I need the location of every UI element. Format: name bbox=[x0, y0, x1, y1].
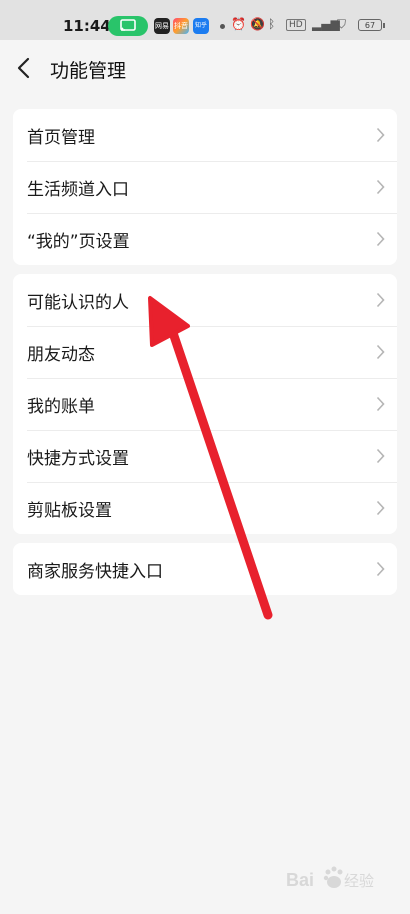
bluetooth-icon: ᛒ bbox=[268, 17, 276, 31]
menu-item-label: 剪贴板设置 bbox=[27, 501, 112, 521]
menu-item-people-you-may-know[interactable]: 可能认识的人 bbox=[13, 274, 397, 326]
chevron-right-icon bbox=[376, 179, 385, 195]
menu-item-clipboard-settings[interactable]: 剪贴板设置 bbox=[13, 482, 397, 534]
settings-group-merchant: 商家服务快捷入口 bbox=[13, 543, 397, 595]
menu-item-my-bills[interactable]: 我的账单 bbox=[13, 378, 397, 430]
menu-item-home-management[interactable]: 首页管理 bbox=[13, 109, 397, 161]
menu-item-label: 生活频道入口 bbox=[27, 180, 129, 200]
menu-item-label: 朋友动态 bbox=[27, 345, 95, 365]
baidu-jingyan-watermark-icon: Bai 经验 bbox=[286, 866, 374, 890]
menu-item-friend-moments[interactable]: 朋友动态 bbox=[13, 326, 397, 378]
signal-icon: ▂▄▆ bbox=[312, 17, 340, 31]
screen-cast-indicator[interactable] bbox=[108, 16, 148, 36]
status-time: 11:44 bbox=[63, 17, 111, 35]
back-arrow-icon[interactable] bbox=[14, 56, 36, 80]
menu-item-my-page-settings[interactable]: “我的”页设置 bbox=[13, 213, 397, 265]
svg-text:经验: 经验 bbox=[344, 872, 374, 890]
menu-item-label: 快捷方式设置 bbox=[27, 449, 129, 469]
chevron-right-icon bbox=[376, 561, 385, 577]
battery-icon: 67 bbox=[358, 19, 385, 31]
chevron-right-icon bbox=[376, 231, 385, 247]
page-title: 功能管理 bbox=[50, 60, 127, 82]
chevron-right-icon bbox=[376, 292, 385, 308]
settings-group-social: 可能认识的人 朋友动态 我的账单 快捷方式设置 剪贴板设置 bbox=[13, 274, 397, 534]
shield-icon: ⛉ bbox=[337, 17, 347, 31]
mute-icon: 🔕 bbox=[250, 17, 265, 31]
menu-item-shortcut-settings[interactable]: 快捷方式设置 bbox=[13, 430, 397, 482]
cast-icon bbox=[120, 19, 136, 31]
top-bar: 功能管理 bbox=[0, 40, 410, 96]
douyin-app-icon: 抖音 bbox=[173, 18, 189, 34]
menu-item-label: “我的”页设置 bbox=[27, 232, 130, 252]
chevron-right-icon bbox=[376, 344, 385, 360]
menu-item-label: 商家服务快捷入口 bbox=[27, 562, 163, 582]
alarm-icon: ⏰ bbox=[231, 17, 246, 31]
chevron-right-icon bbox=[376, 448, 385, 464]
menu-item-label: 可能认识的人 bbox=[27, 293, 129, 313]
netease-app-icon: 网易 bbox=[154, 18, 170, 34]
chevron-right-icon bbox=[376, 396, 385, 412]
menu-item-label: 首页管理 bbox=[27, 128, 95, 148]
hd-icon: HD bbox=[286, 19, 306, 31]
chevron-right-icon bbox=[376, 127, 385, 143]
svg-text:Bai: Bai bbox=[286, 870, 314, 890]
menu-item-label: 我的账单 bbox=[27, 397, 95, 417]
chevron-right-icon bbox=[376, 500, 385, 516]
settings-group-home: 首页管理 生活频道入口 “我的”页设置 bbox=[13, 109, 397, 265]
menu-item-merchant-service-shortcut[interactable]: 商家服务快捷入口 bbox=[13, 543, 397, 595]
menu-item-life-channel[interactable]: 生活频道入口 bbox=[13, 161, 397, 213]
notification-dot-icon bbox=[220, 24, 225, 29]
status-bar: 11:44 网易 抖音 知乎 ⏰ 🔕 ᛒ HD ▂▄▆ ⛉ 67 bbox=[0, 0, 410, 40]
zhihu-app-icon: 知乎 bbox=[193, 18, 209, 34]
